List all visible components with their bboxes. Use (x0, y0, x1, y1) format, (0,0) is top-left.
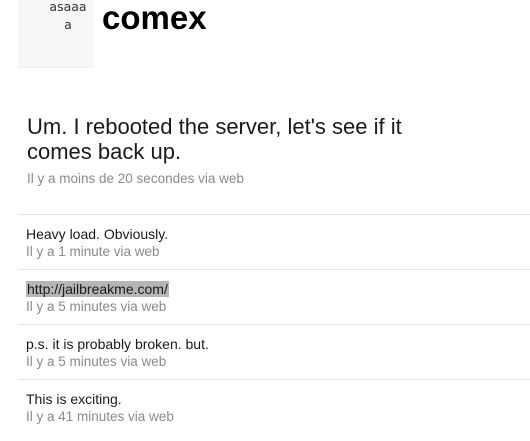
status-text: Heavy load. Obviously. (26, 226, 169, 242)
username[interactable]: comex (102, 0, 207, 38)
status-text: p.s. it is probably broken. but. (26, 336, 209, 352)
status-meta[interactable]: Il y a 1 minute via web (26, 243, 530, 260)
status-meta[interactable]: Il y a 5 minutes via web (26, 353, 530, 370)
latest-status-text: Um. I rebooted the server, let's see if … (27, 114, 402, 164)
status-item: Heavy load. Obviously. Il y a 1 minute v… (18, 214, 530, 269)
status-meta[interactable]: Il y a 5 minutes via web (26, 298, 530, 315)
profile-header: asaaa a comex (18, 0, 518, 70)
latest-status-meta[interactable]: Il y a moins de 20 secondes via web (27, 171, 467, 187)
status-meta[interactable]: Il y a 41 minutes via web (26, 408, 530, 425)
avatar[interactable]: asaaa a (18, 0, 93, 68)
avatar-text: asaaa a (49, 0, 87, 32)
status-text: http://jailbreakme.com/ (26, 280, 530, 298)
status-item: p.s. it is probably broken. but. Il y a … (18, 324, 530, 379)
latest-status: Um. I rebooted the server, let's see if … (27, 114, 467, 187)
status-text: This is exciting. (26, 391, 122, 407)
status-item: http://jailbreakme.com/ Il y a 5 minutes… (18, 269, 530, 324)
status-timeline: Heavy load. Obviously. Il y a 1 minute v… (18, 214, 530, 434)
status-link[interactable]: http://jailbreakme.com/ (26, 281, 169, 297)
status-item: This is exciting. Il y a 41 minutes via … (18, 379, 530, 434)
